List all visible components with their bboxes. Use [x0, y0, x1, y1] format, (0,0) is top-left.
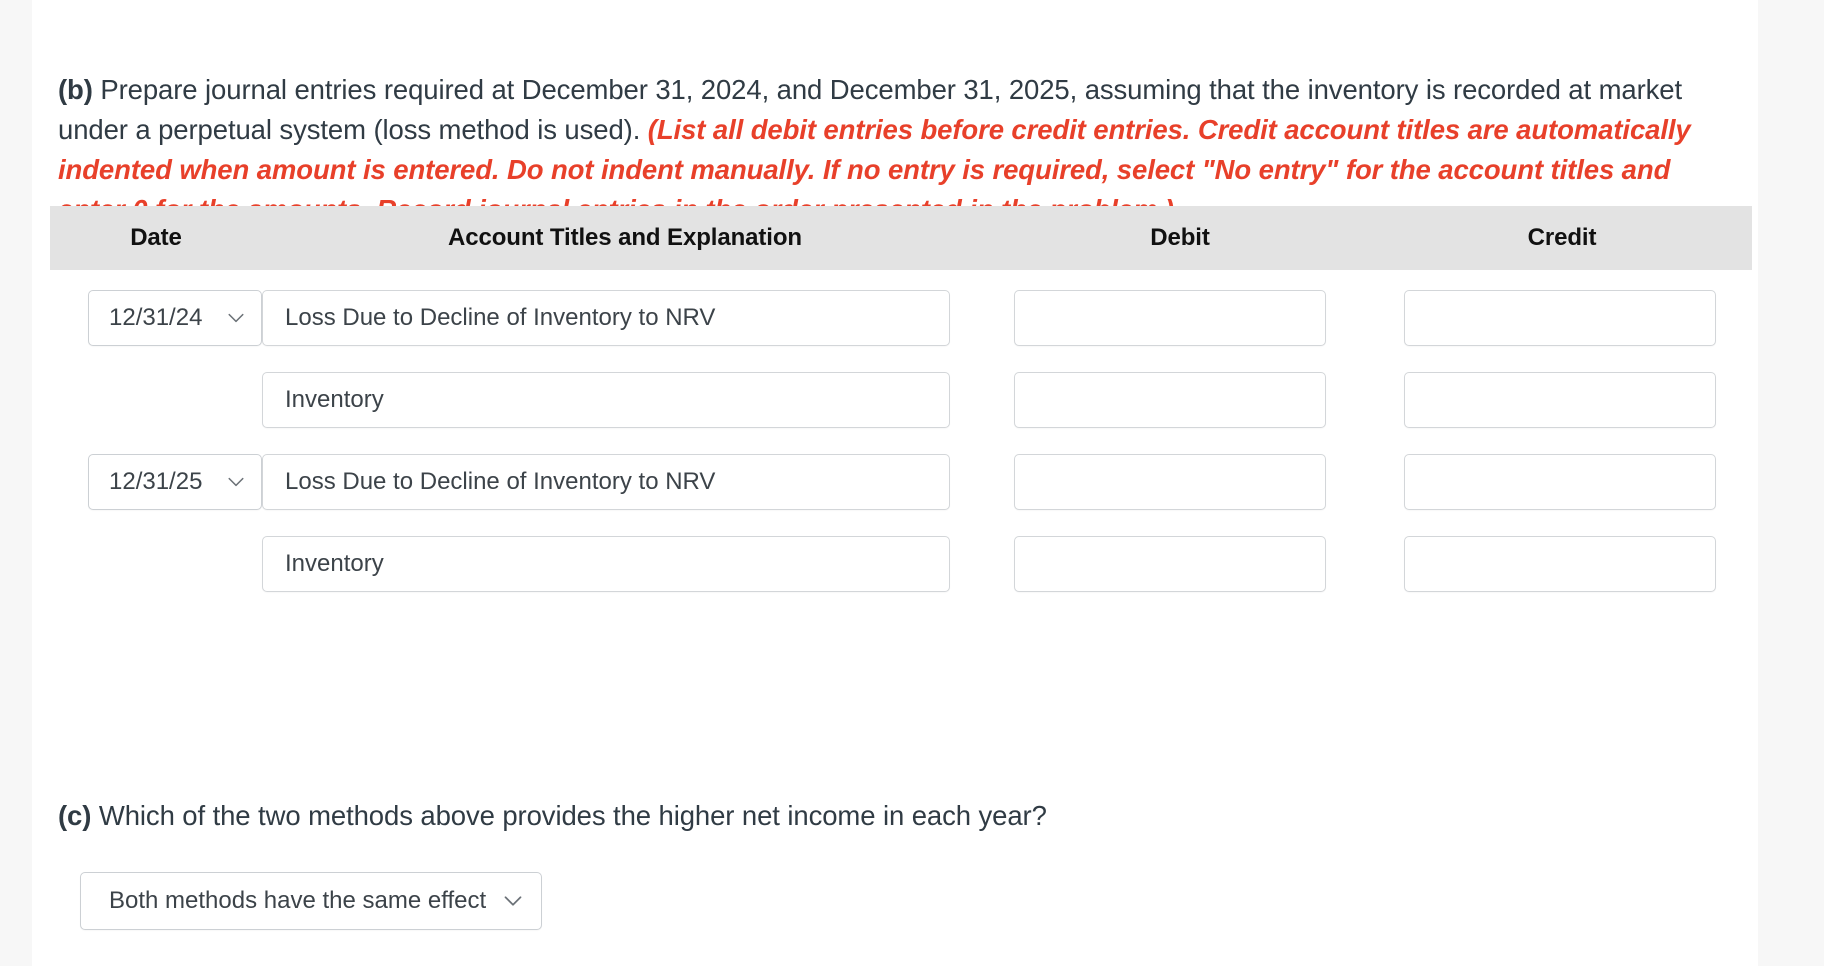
cell-credit: [1372, 290, 1752, 346]
debit-amount-input-row-1[interactable]: [1014, 290, 1326, 346]
chevron-down-icon: [228, 313, 244, 323]
column-header-credit: Credit: [1527, 224, 1597, 251]
content-sheet: (b) Prepare journal entries required at …: [32, 0, 1758, 966]
account-title-input-row-4[interactable]: Inventory: [262, 536, 950, 592]
part-c-answer-select[interactable]: Both methods have the same effect: [80, 872, 542, 930]
credit-amount-input-row-3[interactable]: [1404, 454, 1716, 510]
date-select-row-1-value: 12/31/24: [109, 304, 203, 331]
table-row: Inventory: [50, 372, 1752, 454]
account-title-input-row-1[interactable]: Loss Due to Decline of Inventory to NRV: [262, 290, 950, 346]
part-c-label: (c): [58, 799, 92, 831]
date-select-row-2-placeholder: [88, 372, 262, 428]
journal-entry-table: Date Account Titles and Explanation Debi…: [50, 206, 1752, 618]
account-title-row-2-value: Inventory: [285, 386, 384, 413]
table-row: 12/31/25 Loss Due to Decline of Inventor…: [50, 454, 1752, 536]
table-row: 12/31/24 Loss Due to Decline of Inventor…: [50, 290, 1752, 372]
column-header-account-titles: Account Titles and Explanation: [448, 224, 802, 251]
credit-amount-input-row-2[interactable]: [1404, 372, 1716, 428]
journal-table-header-row: Date Account Titles and Explanation Debi…: [50, 206, 1752, 270]
chevron-down-icon: [228, 477, 244, 487]
debit-amount-input-row-4[interactable]: [1014, 536, 1326, 592]
page-background: (b) Prepare journal entries required at …: [0, 0, 1824, 966]
cell-date: [50, 372, 262, 428]
date-select-row-3[interactable]: 12/31/25: [88, 454, 262, 510]
cell-account: Inventory: [262, 536, 988, 592]
cell-date: [50, 536, 262, 592]
account-title-row-3-value: Loss Due to Decline of Inventory to NRV: [285, 468, 716, 495]
part-c-answer-wrap: Both methods have the same effect: [80, 872, 542, 930]
cell-account: Loss Due to Decline of Inventory to NRV: [262, 454, 988, 510]
credit-amount-input-row-4[interactable]: [1404, 536, 1716, 592]
date-select-row-4-placeholder: [88, 536, 262, 592]
account-title-input-row-3[interactable]: Loss Due to Decline of Inventory to NRV: [262, 454, 950, 510]
cell-debit: [988, 454, 1372, 510]
part-c-prompt: (c) Which of the two methods above provi…: [58, 796, 1658, 836]
date-select-row-1[interactable]: 12/31/24: [88, 290, 262, 346]
column-header-debit: Debit: [1150, 224, 1210, 251]
cell-debit: [988, 536, 1372, 592]
date-select-row-3-value: 12/31/25: [109, 468, 203, 495]
cell-credit: [1372, 454, 1752, 510]
cell-account: Loss Due to Decline of Inventory to NRV: [262, 290, 988, 346]
debit-amount-input-row-3[interactable]: [1014, 454, 1326, 510]
table-row: Inventory: [50, 536, 1752, 618]
account-title-row-4-value: Inventory: [285, 550, 384, 577]
part-c-text: Which of the two methods above provides …: [91, 799, 1047, 831]
cell-debit: [988, 290, 1372, 346]
cell-debit: [988, 372, 1372, 428]
part-c-answer-value: Both methods have the same effect: [109, 887, 487, 914]
chevron-down-icon: [504, 896, 522, 906]
part-b-label: (b): [58, 73, 93, 105]
journal-table-body: 12/31/24 Loss Due to Decline of Inventor…: [50, 270, 1752, 618]
cell-date: 12/31/25: [50, 454, 262, 510]
cell-account: Inventory: [262, 372, 988, 428]
column-header-date: Date: [130, 224, 182, 251]
credit-amount-input-row-1[interactable]: [1404, 290, 1716, 346]
account-title-input-row-2[interactable]: Inventory: [262, 372, 950, 428]
debit-amount-input-row-2[interactable]: [1014, 372, 1326, 428]
cell-date: 12/31/24: [50, 290, 262, 346]
cell-credit: [1372, 372, 1752, 428]
cell-credit: [1372, 536, 1752, 592]
account-title-row-1-value: Loss Due to Decline of Inventory to NRV: [285, 304, 716, 331]
